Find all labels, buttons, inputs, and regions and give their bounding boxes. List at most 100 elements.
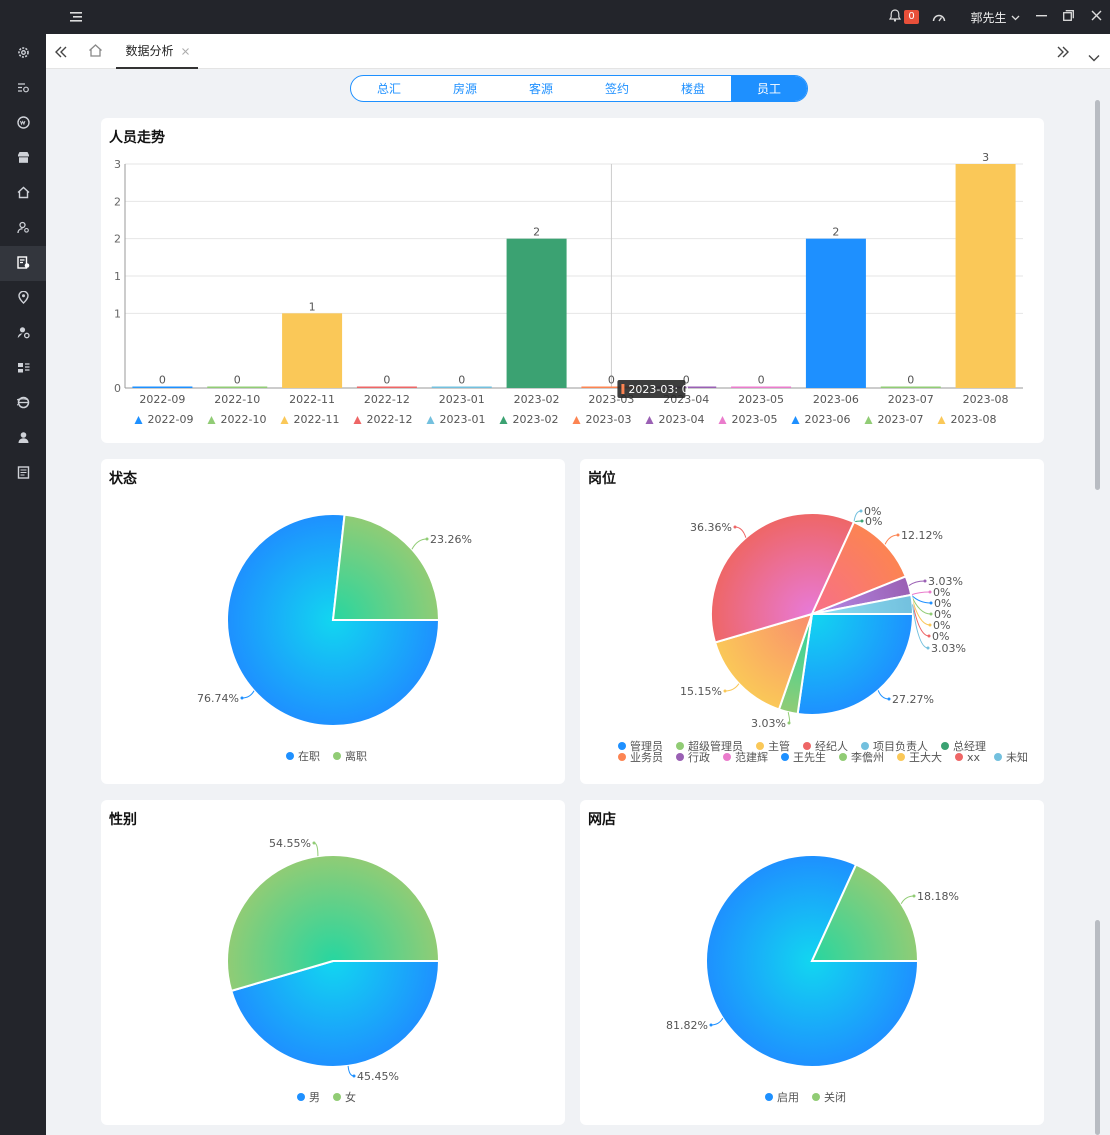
bar-2022-09	[132, 386, 193, 388]
x-tick-label: 2023-01	[439, 393, 485, 406]
home-icon[interactable]	[88, 43, 103, 62]
legend-marker	[426, 416, 435, 424]
tab-data-analysis[interactable]: 数据分析	[116, 34, 198, 69]
legend-label: 启用	[777, 1091, 799, 1104]
category-switch: 总汇 房源 客源 签约 楼盘 员工	[350, 75, 808, 102]
legend-label: 2023-07	[878, 413, 924, 426]
legend-marker	[353, 416, 362, 424]
y-tick-label: 0	[114, 382, 121, 395]
label-dot	[928, 623, 932, 627]
label-dot	[887, 697, 891, 701]
close-window-button[interactable]	[1082, 0, 1110, 34]
y-tick-label: 2	[114, 233, 121, 246]
label-line	[853, 510, 862, 523]
label-line	[884, 534, 899, 545]
legend-label: xx	[967, 751, 981, 764]
collapse-right-icon[interactable]	[1056, 44, 1070, 63]
user-menu[interactable]: 郭先生	[962, 0, 1028, 34]
tab-bar: 数据分析	[46, 34, 1110, 69]
label-line	[908, 580, 926, 586]
sidebar-item-list[interactable]	[0, 71, 46, 106]
sidebar-item-browser[interactable]	[0, 386, 46, 421]
bar-data-label: 0	[608, 374, 615, 387]
segment-customers[interactable]: 客源	[503, 76, 579, 101]
legend-label: 未知	[1006, 750, 1028, 764]
legend-marker	[897, 753, 905, 761]
label-line	[910, 591, 931, 596]
legend-label: 2023-02	[513, 413, 559, 426]
slice-data-label: 3.03%	[931, 642, 966, 655]
slice-data-label: 45.45%	[357, 1070, 399, 1083]
slice-data-label: 23.26%	[430, 533, 472, 546]
chevron-down-icon	[1011, 10, 1020, 24]
sidebar-item-settings[interactable]	[0, 36, 46, 71]
bar-data-label: 0	[458, 374, 465, 387]
collapse-left-icon[interactable]	[54, 44, 68, 63]
scrollbar-thumb-secondary[interactable]	[1095, 920, 1100, 1135]
sidebar-item-documents[interactable]	[0, 456, 46, 491]
document-icon	[17, 464, 30, 483]
sidebar-item-account[interactable]	[0, 421, 46, 456]
bell-icon	[889, 9, 902, 25]
menu-toggle-icon[interactable]	[68, 9, 84, 23]
minimize-button[interactable]	[1028, 0, 1054, 34]
segment-listings[interactable]: 房源	[427, 76, 503, 101]
label-dot	[928, 590, 932, 594]
sidebar-item-store[interactable]	[0, 141, 46, 176]
slice-data-label: 0%	[865, 515, 882, 528]
legend-marker	[937, 416, 946, 424]
tooltip-marker	[621, 384, 625, 394]
store-icon	[17, 149, 30, 168]
notification-button[interactable]: 0	[884, 0, 924, 34]
slice-data-label: 36.36%	[690, 521, 732, 534]
sidebar-item-wechat[interactable]	[0, 106, 46, 141]
slice-data-label: 3.03%	[751, 717, 786, 730]
x-tick-label: 2023-08	[963, 393, 1009, 406]
close-icon	[1091, 10, 1102, 24]
label-line	[710, 1018, 724, 1026]
gender-card: 性别 45.45% 54.55% 男女	[101, 800, 565, 1125]
dashboard-gauge-icon[interactable]	[924, 0, 954, 34]
sidebar-item-location[interactable]	[0, 281, 46, 316]
bar-2022-10	[207, 386, 268, 388]
label-dot	[926, 646, 930, 650]
tabs-dropdown-icon[interactable]	[1088, 47, 1100, 66]
segment-properties[interactable]: 楼盘	[655, 76, 731, 101]
label-dot	[929, 612, 933, 616]
list-search-icon	[17, 79, 30, 98]
segment-summary[interactable]: 总汇	[351, 76, 427, 101]
legend-label: 男	[309, 1091, 320, 1104]
bar-2022-11	[282, 313, 343, 388]
trend-bar-chart: 01122302022-0902022-1012022-1102022-1202…	[114, 151, 1023, 426]
bar-2023-05	[731, 386, 792, 388]
legend-label: 2023-08	[951, 413, 997, 426]
legend-label: 业务员	[630, 751, 663, 764]
sidebar-item-customer[interactable]	[0, 211, 46, 246]
legend-marker	[994, 753, 1002, 761]
legend-label: 王大大	[909, 750, 942, 764]
slice-data-label: 12.12%	[901, 529, 943, 542]
tab-close-icon[interactable]	[181, 44, 189, 58]
legend-marker	[765, 1093, 773, 1101]
restore-button[interactable]	[1054, 0, 1082, 34]
sidebar-item-data-analysis[interactable]	[0, 246, 46, 281]
bar-2023-01	[431, 386, 492, 388]
legend-label: 2022-10	[221, 413, 267, 426]
label-line	[724, 683, 740, 692]
legend-label: 行政	[688, 750, 710, 764]
legend-marker	[618, 753, 626, 761]
segment-contracts[interactable]: 签约	[579, 76, 655, 101]
segment-staff[interactable]: 员工	[731, 76, 807, 101]
sidebar-item-org[interactable]	[0, 351, 46, 386]
legend-marker	[791, 416, 800, 424]
bar-data-label: 0	[907, 374, 914, 387]
legend-marker	[499, 416, 508, 424]
label-dot	[733, 525, 737, 529]
scrollbar-thumb[interactable]	[1095, 100, 1100, 490]
sidebar-item-house[interactable]	[0, 176, 46, 211]
bar-2022-12	[356, 386, 417, 388]
legend-label: 2023-06	[805, 413, 851, 426]
label-line	[347, 1065, 355, 1077]
sidebar-item-staff[interactable]	[0, 316, 46, 351]
pie-legend: 管理员 超级管理员 主管 经纪人 项目负责人 总经理业务员 行政 范建辉 王先生 李儋州 王大大 xx…	[618, 739, 1028, 764]
